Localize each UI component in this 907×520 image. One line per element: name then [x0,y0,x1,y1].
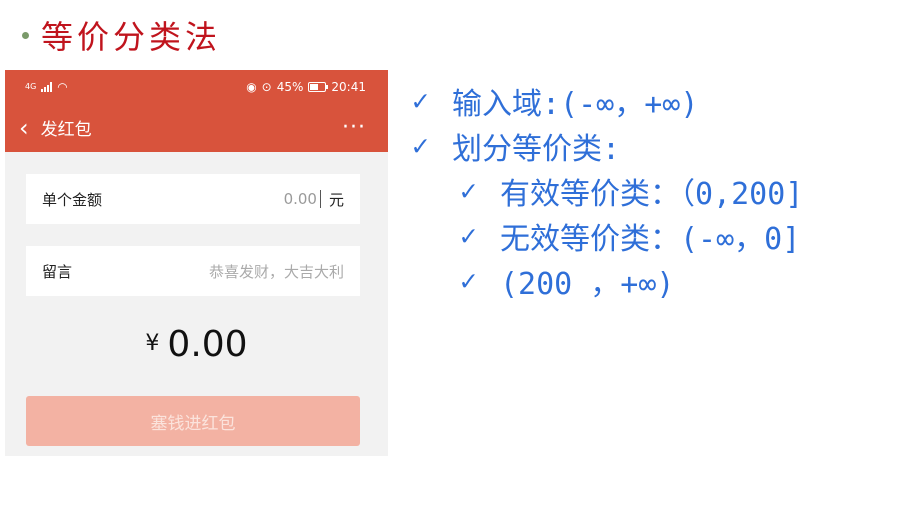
check-icon: ✓ [460,219,477,252]
note-item: ✓ 划分等价类: [412,123,803,168]
note-item: ✓ 无效等价类：(-∞，0] [460,213,803,258]
message-label: 留言 [42,262,73,281]
more-options-icon[interactable]: ··· [342,115,366,140]
note-text: 有效等价类：（0,200] [500,176,804,212]
battery-icon [308,81,329,92]
network-label: 4G [25,82,37,91]
nav-title: 发红包 [40,120,92,140]
note-item: ✓ 有效等价类：（0,200] [460,168,803,213]
alarm-icon: ⊙ [261,79,272,94]
note-text: 输入域:(-∞，+∞) [452,86,699,122]
wifi-icon: ◠ [57,79,68,94]
page-title: 等价分类法 [41,18,222,56]
battery-percent: 45% [276,79,304,94]
note-text: (200 ，+∞) [500,266,675,302]
status-time: 20:41 [331,79,366,94]
amount-input-group[interactable]: 0.00 元 [284,189,344,210]
note-item: ✓ (200 ，+∞) [460,258,803,303]
note-text: 无效等价类：(-∞，0] [500,221,801,257]
status-left: 4G ◠ [25,80,68,94]
nav-bar: ‹ 发红包 ··· [5,103,388,152]
signal-icon [41,81,53,92]
nav-left: ‹ 发红包 [19,115,92,141]
note-text: 划分等价类: [452,131,621,167]
amount-input[interactable]: 0.00 [284,190,317,208]
amount-unit: 元 [328,190,344,209]
amount-field[interactable]: 单个金额 0.00 元 [26,174,360,224]
status-right: ◉ ⊙ 45% 20:41 [246,80,366,94]
status-bar: 4G ◠ ◉ ⊙ 45% 20:41 [5,70,388,103]
eye-icon: ◉ [246,79,257,94]
total-amount: ¥0.00 [5,324,388,365]
total-value: 0.00 [167,324,248,365]
check-icon: ✓ [460,264,477,297]
phone-screenshot: 4G ◠ ◉ ⊙ 45% 20:41 ‹ 发红包 ··· 单个金额 0.00 元… [5,70,388,456]
amount-label: 单个金额 [42,190,103,209]
slide: 等价分类法 4G ◠ ◉ ⊙ 45% 20:41 ‹ 发红包 ··· 单个金额 … [0,0,907,520]
text-cursor [319,190,321,208]
bullet-dot-icon [22,31,29,39]
check-icon: ✓ [460,174,477,207]
slide-title: 等价分类法 [22,12,221,58]
check-icon: ✓ [412,129,429,162]
back-icon[interactable]: ‹ [19,116,29,140]
message-field[interactable]: 留言 恭喜发财，大吉大利 [26,246,360,296]
message-input[interactable]: 恭喜发财，大吉大利 [209,261,344,282]
check-icon: ✓ [412,84,429,117]
notes-list: ✓ 输入域:(-∞，+∞) ✓ 划分等价类: ✓ 有效等价类：（0,200] ✓… [412,78,803,303]
submit-button[interactable]: 塞钱进红包 [26,396,360,446]
note-item: ✓ 输入域:(-∞，+∞) [412,78,803,123]
currency-symbol: ¥ [145,331,160,356]
